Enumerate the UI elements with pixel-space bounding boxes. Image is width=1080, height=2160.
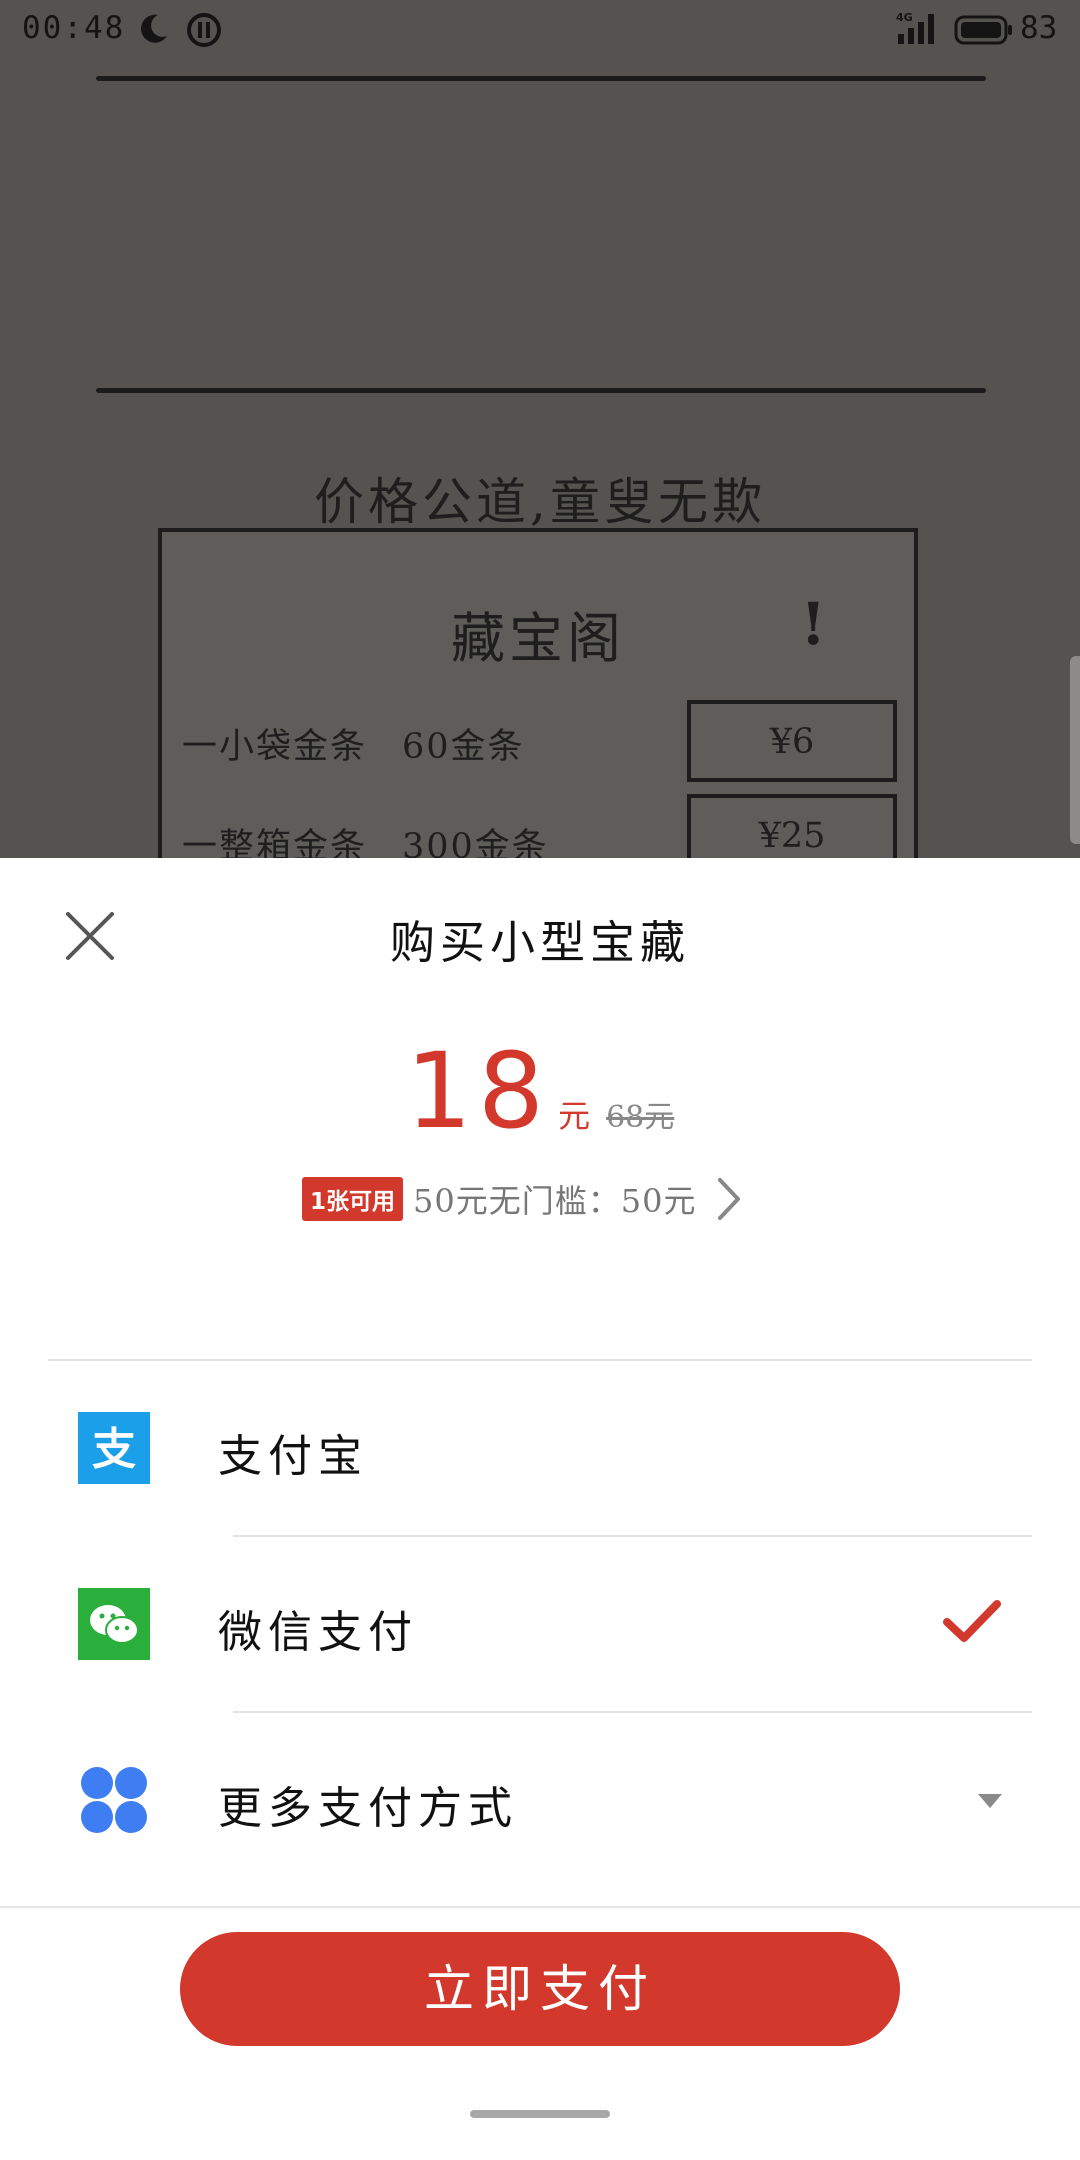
side-drawer-handle[interactable]: [1070, 656, 1080, 844]
shop-item-name: 一小袋金条: [182, 727, 368, 767]
shop-slogan: 价格公道,童叟无欺: [314, 473, 766, 531]
status-bar: 00:48 4G 83: [0, 0, 1080, 60]
divider-line: [96, 76, 986, 81]
background-scene: 价格公道,童叟无欺 藏宝阁 ! 一小袋金条 60金条 ¥6 一整箱金条 300金…: [0, 0, 1080, 888]
payment-option-more[interactable]: 更多支付方式: [0, 1714, 1080, 1884]
battery-icon: [954, 15, 1012, 45]
sheet-title: 购买小型宝藏: [389, 916, 690, 969]
original-price: 68元: [606, 1100, 675, 1135]
coupon-description: 50元无门槛：50元: [413, 1182, 697, 1220]
check-icon: [943, 1600, 1001, 1642]
divider: [48, 1359, 1032, 1361]
wechat-pay-icon: [78, 1588, 150, 1660]
home-indicator[interactable]: [470, 2110, 610, 2118]
pay-now-button[interactable]: 立即支付: [180, 1932, 900, 2046]
payment-option-label: 微信支付: [218, 1607, 418, 1658]
chevron-right-icon: [718, 1178, 741, 1220]
price-amount: 18: [405, 1030, 551, 1152]
svg-text:支: 支: [92, 1424, 136, 1475]
divider: [233, 1711, 1032, 1713]
caret-down-icon: [978, 1794, 1002, 1808]
shop-item-qty: 60金条: [402, 727, 525, 767]
pause-icon: [187, 13, 221, 47]
payment-sheet: 购买小型宝藏 18 元 68元 1张可用 50元无门槛：50元 支 支付宝 微信…: [0, 858, 1080, 2160]
alipay-icon: 支: [78, 1412, 150, 1484]
moon-icon: [141, 14, 167, 43]
divider: [0, 1906, 1080, 1908]
divider-line: [96, 388, 986, 393]
shop-item-price-button: ¥6: [687, 700, 897, 782]
coupon-count-badge: 1张可用: [302, 1177, 404, 1221]
network-type: 4G: [896, 11, 913, 24]
price-display: 18 元 68元: [0, 1030, 1080, 1152]
payment-option-alipay[interactable]: 支 支付宝: [0, 1362, 1080, 1532]
battery-level: 83: [1020, 10, 1058, 46]
divider: [233, 1535, 1032, 1537]
shop-panel: 藏宝阁 ! 一小袋金条 60金条 ¥6 一整箱金条 300金条 ¥25: [158, 528, 918, 888]
coupon-selector[interactable]: 1张可用 50元无门槛：50元: [302, 1174, 742, 1224]
shop-item: 一小袋金条 60金条: [182, 718, 523, 769]
signal-icon: 4G: [896, 11, 934, 44]
payment-option-wechat[interactable]: 微信支付: [0, 1538, 1080, 1708]
more-methods-icon: [81, 1767, 147, 1833]
exclamation-icon: !: [800, 590, 826, 658]
status-time: 00:48: [22, 10, 126, 46]
payment-option-label: 更多支付方式: [218, 1783, 518, 1834]
price-unit: 元: [558, 1097, 591, 1135]
screen: 价格公道,童叟无欺 藏宝阁 ! 一小袋金条 60金条 ¥6 一整箱金条 300金…: [0, 0, 1080, 2160]
payment-option-label: 支付宝: [218, 1431, 368, 1482]
